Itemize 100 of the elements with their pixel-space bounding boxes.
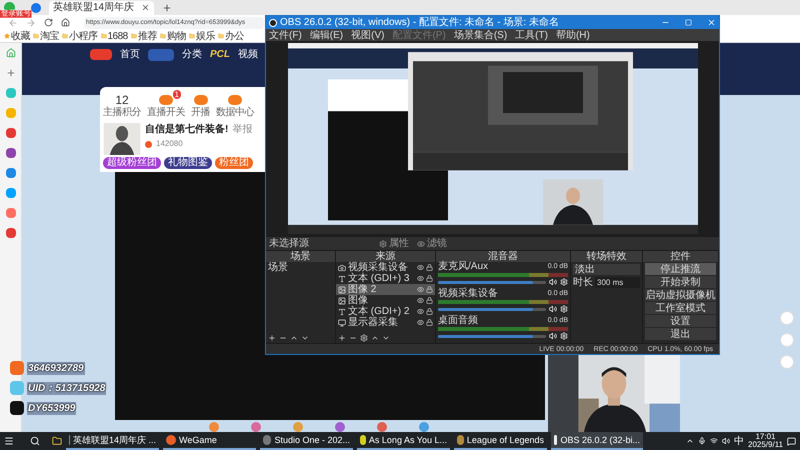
taskbar-app[interactable]: OBS 26.0.2 (32-bi... (551, 432, 643, 450)
lock-icon[interactable] (426, 275, 433, 282)
social-id: 3646932789 (27, 362, 85, 374)
menu-item[interactable]: 文件(F) (269, 30, 302, 40)
control-button[interactable]: 启动虚拟摄像机 (645, 289, 716, 301)
properties-button[interactable]: 属性 (379, 238, 409, 249)
lock-icon[interactable] (426, 264, 433, 271)
taskbar-app[interactable]: Studio One - 202... (260, 432, 353, 450)
report-link[interactable]: 举报 (232, 124, 252, 136)
stat-item[interactable]: 12 主播积分 (103, 93, 141, 123)
move-up-icon[interactable] (371, 334, 379, 342)
visibility-icon[interactable] (417, 275, 424, 282)
control-button[interactable]: 开始录制 (645, 276, 716, 288)
speaker-icon[interactable] (549, 278, 557, 286)
duration-field[interactable]: 300 ms (595, 277, 640, 288)
settings-icon[interactable] (360, 334, 368, 342)
social-logo-icon (10, 401, 24, 415)
stat-item[interactable]: 开播 (191, 93, 210, 123)
new-tab-icon[interactable] (162, 2, 172, 12)
menu-item[interactable]: 编辑(E) (310, 30, 344, 40)
image-source-icon (338, 286, 346, 294)
text-source-icon (338, 274, 346, 282)
visibility-icon[interactable] (417, 308, 424, 315)
start-menu-icon[interactable] (4, 436, 14, 446)
control-button[interactable]: 退出 (645, 328, 716, 340)
bookmark[interactable]: 办公 (218, 30, 244, 42)
menu-item[interactable]: 工具(T) (515, 30, 548, 40)
speaker-icon[interactable] (549, 305, 557, 313)
bookmark[interactable]: 收藏 (4, 30, 30, 42)
stat-item[interactable]: 直播开关 1 (147, 93, 185, 123)
source-item[interactable]: 文本 (GDI+) 2 (336, 306, 435, 317)
add-icon[interactable] (268, 334, 276, 342)
scene-item[interactable]: 场景 (266, 262, 335, 273)
bookmark[interactable]: 娱乐 (188, 30, 215, 42)
lock-icon[interactable] (426, 297, 433, 304)
source-item[interactable]: 图像 2 (336, 284, 435, 295)
shield-icon (31, 2, 41, 12)
gear-icon (379, 240, 387, 248)
gear-icon[interactable] (560, 278, 568, 286)
visibility-icon[interactable] (417, 319, 424, 326)
nav-link[interactable]: 分类 (182, 49, 202, 61)
source-item[interactable]: 文本 (GDI+) 3 (336, 273, 435, 284)
nav-link[interactable]: 视频 (238, 49, 258, 61)
lock-icon[interactable] (426, 319, 433, 326)
bookmark[interactable]: 小程序 (62, 30, 98, 42)
filter-icon (417, 240, 425, 248)
volume-icon[interactable] (722, 437, 730, 445)
add-icon[interactable] (6, 68, 16, 78)
bookmark[interactable]: 1688 (100, 30, 128, 42)
visibility-icon[interactable] (417, 286, 424, 293)
bookmark[interactable]: 购物 (160, 30, 186, 42)
browser-tab[interactable]: 英雄联盟14周年庆 (49, 0, 154, 14)
network-icon[interactable] (710, 437, 718, 445)
menu-item[interactable]: 场景集合(S) (454, 30, 508, 40)
taskbar-app[interactable]: 英雄联盟14周年庆 ... (66, 432, 159, 450)
bookmark[interactable]: 推荐 (130, 30, 157, 42)
channel-name: 视频采集设备 (438, 289, 498, 299)
menu-item[interactable]: 帮助(H) (556, 30, 590, 40)
lock-icon[interactable] (426, 286, 433, 293)
gear-icon[interactable] (560, 332, 568, 340)
search-icon[interactable] (30, 436, 40, 446)
control-button[interactable]: 停止推流 (645, 263, 716, 275)
move-down-icon[interactable] (301, 334, 309, 342)
gear-icon[interactable] (560, 305, 568, 313)
no-source-label: 未选择源 (269, 238, 310, 249)
control-button[interactable]: 工作室模式 (645, 302, 716, 314)
add-icon[interactable] (338, 334, 346, 342)
speaker-icon[interactable] (549, 332, 557, 340)
notifications-icon[interactable] (787, 436, 796, 446)
count-badge: 1 (172, 90, 181, 99)
fan-button[interactable]: 超级粉丝团 (103, 157, 161, 169)
stat-item[interactable]: 数据中心 (216, 93, 254, 123)
tray-expand-icon[interactable] (686, 437, 694, 445)
lock-icon[interactable] (426, 308, 433, 315)
transition-select[interactable]: 淡出 (573, 264, 640, 275)
taskbar-app[interactable]: League of Legends (454, 432, 547, 450)
microphone-icon[interactable] (698, 437, 706, 445)
visibility-icon[interactable] (417, 264, 424, 271)
source-item[interactable]: 视频采集设备 (336, 262, 435, 273)
close-icon[interactable] (141, 3, 150, 12)
filters-button[interactable]: 滤镜 (417, 238, 447, 249)
channel-name: 桌面音频 (438, 316, 478, 326)
reload-icon[interactable] (44, 18, 53, 27)
input-method-indicator[interactable]: 中 (734, 436, 744, 446)
move-down-icon[interactable] (382, 334, 390, 342)
home-icon[interactable] (61, 18, 70, 27)
visibility-icon[interactable] (417, 297, 424, 304)
taskbar-app[interactable]: As Long As You L... (357, 432, 450, 450)
folder-icon (100, 33, 106, 39)
maximize-icon[interactable] (685, 19, 692, 26)
menu-item[interactable]: 视图(V) (351, 30, 384, 40)
source-item[interactable]: 显示器采集 (336, 317, 435, 328)
nav-link[interactable]: 首页 (120, 49, 140, 61)
source-item[interactable]: 图像 (336, 295, 435, 306)
bookmark[interactable]: 淘宝 (33, 30, 59, 42)
fan-button[interactable]: 礼物图鉴 (164, 157, 212, 169)
control-button[interactable]: 设置 (645, 315, 716, 327)
move-up-icon[interactable] (290, 334, 298, 342)
taskbar-app[interactable]: WeGame (163, 432, 256, 450)
file-explorer-icon[interactable] (52, 436, 62, 446)
